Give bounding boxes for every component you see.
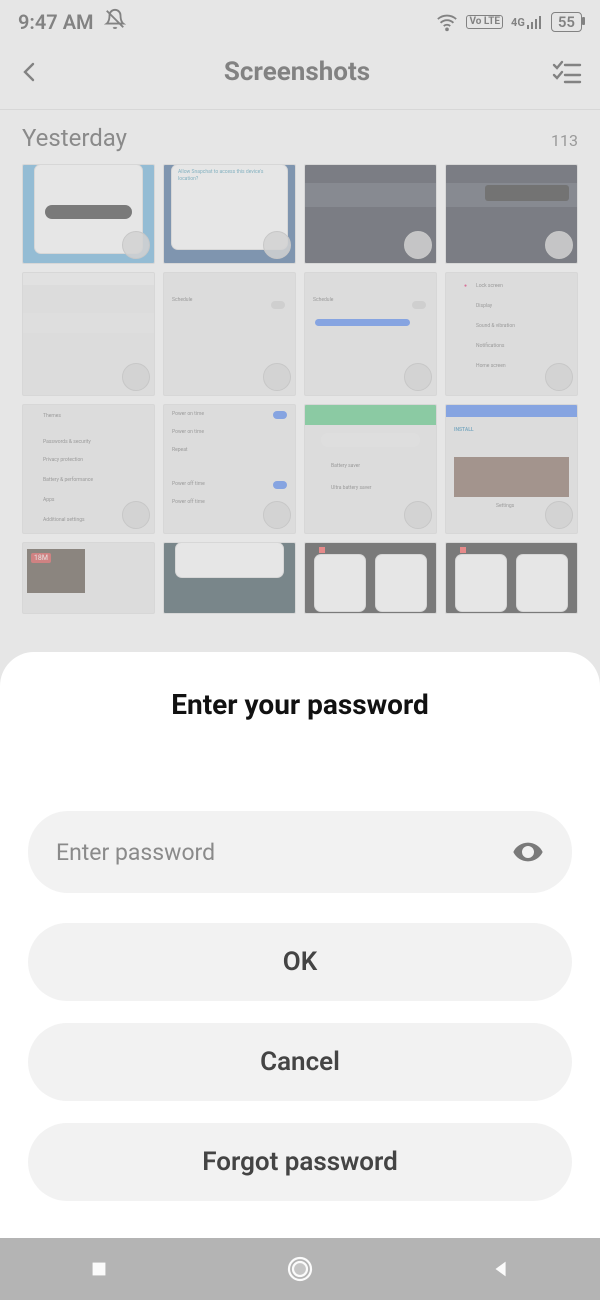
system-navbar <box>0 1238 600 1300</box>
page-title: Screenshots <box>42 57 552 87</box>
screenshot-thumbnail[interactable] <box>445 164 578 264</box>
recent-apps-button[interactable] <box>88 1258 110 1280</box>
forgot-password-button[interactable]: Forgot password <box>28 1123 572 1201</box>
dialog-title: Enter your password <box>28 688 572 721</box>
screenshot-thumbnail[interactable] <box>304 164 437 264</box>
volte-badge: Vo LTE <box>466 15 503 29</box>
screenshot-thumbnail[interactable] <box>445 542 578 614</box>
password-input[interactable] <box>56 839 512 866</box>
eye-icon[interactable] <box>512 836 544 868</box>
password-dialog: Enter your password OK Cancel Forgot pas… <box>0 652 600 1300</box>
screenshot-thumbnail[interactable]: 18M <box>22 542 155 614</box>
back-nav-button[interactable] <box>490 1258 512 1280</box>
titlebar: Screenshots <box>0 39 600 109</box>
section-header: Yesterday 113 <box>0 110 600 160</box>
section-count: 113 <box>551 131 578 150</box>
screenshot-thumbnail[interactable] <box>163 542 296 614</box>
home-button[interactable] <box>285 1254 315 1284</box>
screenshot-thumbnail[interactable] <box>304 542 437 614</box>
screenshot-thumbnail[interactable]: ● Lock screen Display Sound & vibration … <box>445 272 578 396</box>
ok-button[interactable]: OK <box>28 923 572 1001</box>
cancel-button[interactable]: Cancel <box>28 1023 572 1101</box>
wifi-icon <box>436 11 458 33</box>
screenshot-thumbnail[interactable]: Schedule <box>163 272 296 396</box>
multiselect-icon[interactable] <box>552 60 582 84</box>
screenshot-thumbnail[interactable]: Schedule <box>304 272 437 396</box>
screenshot-thumbnail[interactable] <box>22 164 155 264</box>
back-button[interactable] <box>18 60 42 84</box>
status-bar: 9:47 AM Vo LTE 4G 55 <box>0 0 600 39</box>
section-label: Yesterday <box>22 124 127 152</box>
screenshot-thumbnail[interactable]: Themes Passwords & security Privacy prot… <box>22 404 155 534</box>
screenshot-thumbnail[interactable]: INSTALL Settings <box>445 404 578 534</box>
screenshot-thumbnail[interactable]: Battery saver Ultra battery saver <box>304 404 437 534</box>
bell-off-icon <box>104 8 126 35</box>
clock: 9:47 AM <box>18 10 94 34</box>
screenshot-thumbnail[interactable] <box>22 272 155 396</box>
screenshot-thumbnail[interactable]: Power on time Power on time Repeat Power… <box>163 404 296 534</box>
battery-indicator: 55 <box>551 12 582 32</box>
password-field-container <box>28 811 572 893</box>
signal-label: 4G <box>511 15 543 29</box>
screenshot-thumbnail[interactable]: Allow Snapchat to access this device's l… <box>163 164 296 264</box>
